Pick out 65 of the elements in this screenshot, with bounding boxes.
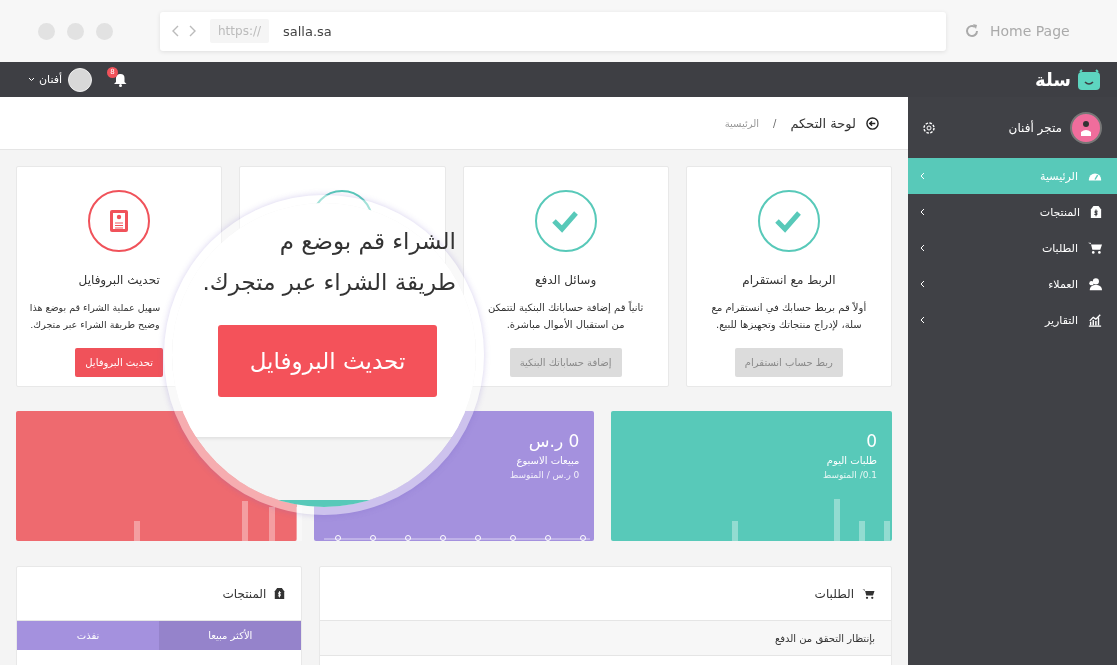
breadcrumb-separator: / bbox=[773, 117, 777, 129]
panel-title: المنتجات bbox=[222, 586, 267, 601]
checkmark-circle-icon bbox=[533, 189, 598, 253]
sidebar-item[interactable]: الطلبات bbox=[908, 230, 1117, 266]
reload-icon[interactable] bbox=[964, 23, 980, 39]
magnified-text: الشراء قم بوضع م bbox=[279, 228, 456, 254]
sidebar-item[interactable]: التقارير bbox=[908, 302, 1117, 338]
home-page-link[interactable]: Home Page bbox=[990, 23, 1070, 39]
store-avatar bbox=[1070, 111, 1102, 144]
card-button[interactable]: تحديث البروفايل bbox=[75, 348, 163, 377]
sidebar-item[interactable]: المنتجات bbox=[908, 194, 1117, 230]
users-icon bbox=[1088, 277, 1102, 291]
sparkline-bar bbox=[134, 521, 140, 541]
store-name: متجر أفنان bbox=[1007, 120, 1062, 135]
sparkline-bar bbox=[884, 521, 891, 541]
panel-title: الطلبات bbox=[814, 586, 854, 601]
stat-value: 0 bbox=[866, 431, 877, 451]
sidebar-item[interactable]: العملاء bbox=[908, 266, 1117, 302]
card-title: تحديث البروفايل bbox=[78, 273, 160, 287]
forward-icon[interactable] bbox=[188, 25, 196, 37]
sparkline-bar bbox=[834, 499, 841, 541]
url-scheme: https:// bbox=[210, 19, 269, 43]
address-bar[interactable]: https:// salla.sa bbox=[160, 11, 946, 51]
cart-icon bbox=[1088, 241, 1102, 255]
tab[interactable]: نفذت bbox=[17, 621, 160, 650]
logo-icon bbox=[1077, 68, 1101, 91]
logo-text: سلة bbox=[1035, 69, 1071, 90]
stat-average: 0.1/ المتوسط bbox=[822, 470, 877, 480]
chevron-icon bbox=[920, 244, 925, 252]
tab[interactable]: الأكثر مبيعا bbox=[159, 621, 302, 650]
sidebar-item[interactable]: الرئيسية bbox=[908, 158, 1117, 194]
card-description: أولاً قم بربط حسابك في انستقرام مع سلة، لإدراج منتجاتك وتجهيزها للبيع. bbox=[710, 300, 867, 333]
chevron-icon bbox=[920, 208, 925, 216]
stat-average: 0 ر.س / المتوسط bbox=[509, 470, 580, 480]
user-avatar[interactable] bbox=[68, 67, 93, 92]
sparkline-bar bbox=[242, 501, 248, 541]
bell-icon[interactable] bbox=[114, 72, 128, 87]
stat-label: طلبات اليوم bbox=[826, 455, 877, 466]
chevron-icon bbox=[920, 316, 925, 324]
page-title: لوحة التحكم bbox=[790, 115, 856, 131]
magnified-text: طريقة الشراء عبر متجرك. bbox=[202, 269, 456, 295]
sparkline-bar bbox=[859, 521, 866, 541]
sparkline-bar bbox=[732, 521, 739, 541]
order-status-row[interactable]: بإنتظار التحقق من الدفع bbox=[320, 621, 891, 656]
card-title: وسائل الدفع bbox=[535, 273, 597, 287]
tag-icon bbox=[274, 587, 286, 600]
back-icon[interactable] bbox=[172, 25, 180, 37]
profile-card-circle-icon bbox=[87, 189, 152, 253]
magnified-button[interactable]: تحديث البروفايل bbox=[218, 325, 437, 397]
chevron-icon bbox=[920, 280, 925, 288]
url-text: salla.sa bbox=[283, 23, 332, 39]
breadcrumb-link[interactable]: الرئيسية bbox=[724, 117, 760, 129]
caret-icon[interactable] bbox=[28, 77, 35, 82]
stat-label: مبيعات الاسبوع bbox=[516, 455, 580, 466]
stat-value: 0 ر.س bbox=[528, 431, 580, 451]
card-title: الربط مع انستقرام bbox=[742, 273, 836, 287]
checkmark-circle-icon bbox=[756, 189, 821, 253]
user-name[interactable]: أفنان bbox=[39, 73, 63, 86]
card-description: ثانياً قم إضافة حساباتك البنكية لتتمكن من استقبال الأموال مباشرة. bbox=[487, 300, 644, 332]
chart-icon bbox=[1088, 313, 1102, 327]
chevron-icon bbox=[920, 172, 925, 180]
sparkline-bar bbox=[269, 507, 275, 541]
card-description: سهيل عملية الشراء قم بوضع هذا وضيح طريقة الشراء عبر متجرك. bbox=[28, 301, 162, 332]
settings-icon[interactable] bbox=[922, 120, 936, 135]
tag-icon bbox=[1090, 205, 1102, 219]
